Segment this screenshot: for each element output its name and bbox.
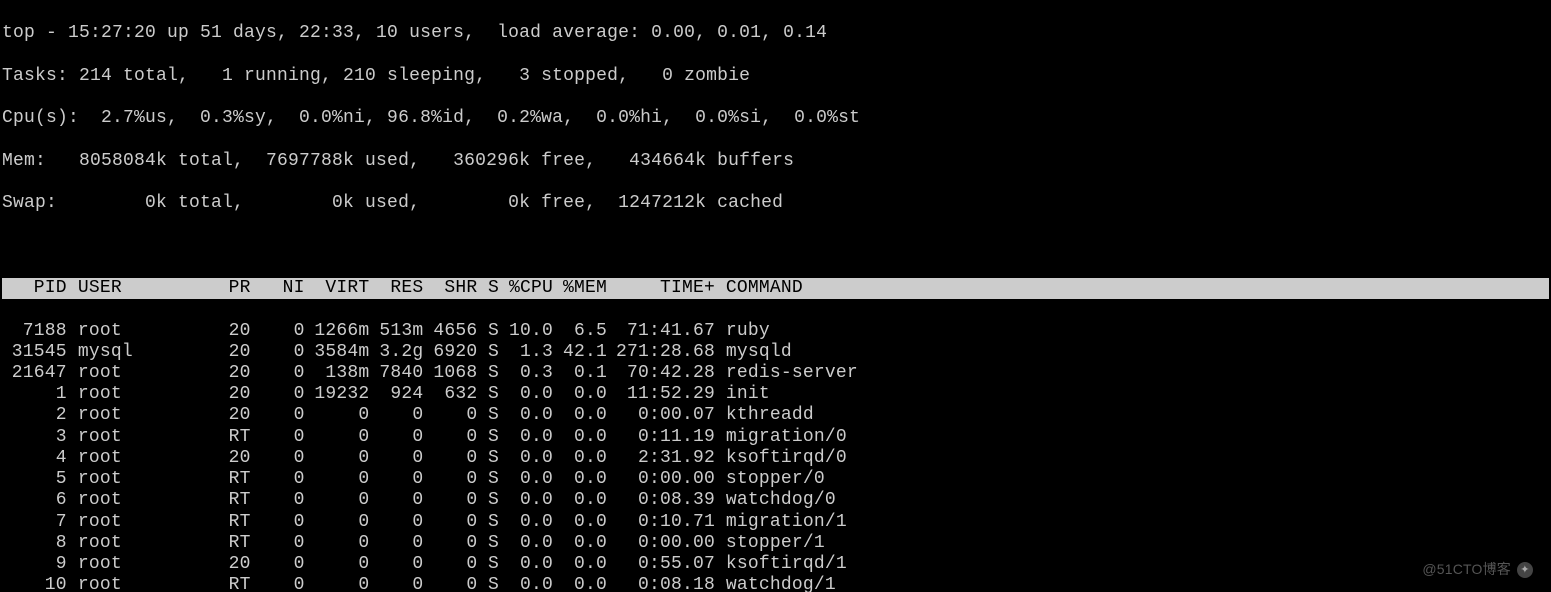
col-res: RES [369, 278, 423, 299]
process-row: 21647 root200138m78401068S0.30.170:42.28… [2, 363, 1549, 384]
column-header-row: PID USERPRNIVIRTRESSHRS%CPU%MEMTIME+COMM… [2, 278, 1549, 299]
col-cpu: %CPU [499, 278, 553, 299]
col-time: TIME+ [607, 278, 715, 299]
summary-uptime: top - 15:27:20 up 51 days, 22:33, 10 use… [2, 23, 1549, 44]
process-row: 2 root200000S0.00.00:00.07kthreadd [2, 405, 1549, 426]
summary-mem: Mem: 8058084k total, 7697788k used, 3602… [2, 151, 1549, 172]
col-ni: NI [251, 278, 305, 299]
summary-cpu: Cpu(s): 2.7%us, 0.3%sy, 0.0%ni, 96.8%id,… [2, 108, 1549, 129]
blank-line [2, 236, 1549, 257]
process-row: 7 rootRT0000S0.00.00:10.71migration/1 [2, 512, 1549, 533]
col-cmd: COMMAND [715, 278, 803, 299]
process-list: 7188 root2001266m513m4656S10.06.571:41.6… [2, 321, 1549, 592]
col-pr: PR [175, 278, 251, 299]
col-mem: %MEM [553, 278, 607, 299]
process-row: 8 rootRT0000S0.00.00:00.00stopper/1 [2, 533, 1549, 554]
process-row: 4 root200000S0.00.02:31.92ksoftirqd/0 [2, 448, 1549, 469]
col-user: USER [78, 278, 175, 299]
watermark-icon: ✦ [1517, 562, 1533, 578]
process-row: 31545 mysql2003584m3.2g6920S1.342.1271:2… [2, 342, 1549, 363]
process-row: 9 root200000S0.00.00:55.07ksoftirqd/1 [2, 554, 1549, 575]
process-row: 5 rootRT0000S0.00.00:00.00stopper/0 [2, 469, 1549, 490]
process-row: 3 rootRT0000S0.00.00:11.19migration/0 [2, 427, 1549, 448]
col-virt: VIRT [305, 278, 370, 299]
col-s: S [477, 278, 499, 299]
process-row: 10 rootRT0000S0.00.00:08.18watchdog/1 [2, 575, 1549, 592]
col-shr: SHR [423, 278, 477, 299]
process-row: 1 root20019232924632S0.00.011:52.29init [2, 384, 1549, 405]
process-row: 6 rootRT0000S0.00.00:08.39watchdog/0 [2, 490, 1549, 511]
watermark: @51CTO博客✦ [1422, 561, 1533, 578]
process-row: 7188 root2001266m513m4656S10.06.571:41.6… [2, 321, 1549, 342]
col-pid: PID [2, 278, 67, 299]
summary-tasks: Tasks: 214 total, 1 running, 210 sleepin… [2, 66, 1549, 87]
terminal-output[interactable]: top - 15:27:20 up 51 days, 22:33, 10 use… [0, 0, 1551, 592]
summary-swap: Swap: 0k total, 0k used, 0k free, 124721… [2, 193, 1549, 214]
